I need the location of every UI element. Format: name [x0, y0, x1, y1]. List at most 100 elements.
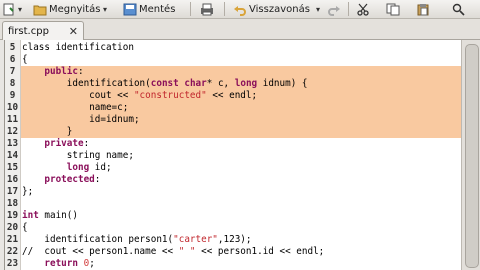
line-number: 22 — [6, 246, 19, 257]
code-line: 11 id=idnum; — [5, 114, 461, 126]
code-token: ,123); — [217, 234, 252, 245]
code-token: { — [22, 222, 28, 233]
code-text: } — [22, 126, 73, 138]
keyword-token: char — [184, 78, 207, 89]
tab-first-cpp[interactable]: first.cpp ✕ — [2, 21, 84, 40]
undo-label: Visszavonás — [249, 3, 310, 15]
vertical-scrollbar[interactable] — [461, 40, 480, 270]
scrollbar-thumb[interactable] — [465, 44, 479, 268]
string-token: "constructed" — [133, 90, 207, 101]
code-line: 10 name=c; — [5, 102, 461, 114]
code-token: * c, — [206, 78, 235, 89]
search-icon — [452, 3, 466, 16]
code-text: identification person1("carter",123); — [22, 234, 252, 246]
line-number: 10 — [6, 102, 19, 113]
toolbar: ▾ Megnyitás ▾ Mentés Visszavonás ▾ — [0, 0, 480, 19]
save-label: Mentés — [139, 3, 176, 15]
code-token: id; — [89, 162, 112, 173]
new-dropdown-arrow-icon[interactable]: ▾ — [18, 5, 22, 14]
toolbar-separator — [190, 2, 191, 16]
line-number: 16 — [6, 174, 19, 185]
code-token: identification person1( — [22, 234, 174, 245]
code-line: 20{ — [5, 222, 461, 234]
line-number: 8 — [9, 78, 16, 89]
copy-icon — [386, 3, 400, 16]
code-line: 9 cout << "constructed" << endl; — [5, 90, 461, 102]
code-line: 19 int main() — [5, 210, 461, 222]
close-icon[interactable]: ✕ — [69, 25, 78, 38]
code-text: name=c; — [22, 102, 128, 114]
keyword-token: const — [150, 78, 179, 89]
line-number: 14 — [6, 150, 19, 161]
line-number: 17 — [6, 186, 19, 197]
string-token: " " — [178, 246, 196, 257]
cut-button[interactable] — [356, 0, 372, 18]
line-number: 5 — [9, 42, 16, 53]
new-file-icon — [2, 3, 16, 16]
line-number: 21 — [6, 234, 19, 245]
paste-button[interactable] — [416, 0, 432, 18]
code-token: << person1.id << endl; — [195, 246, 325, 257]
save-icon — [123, 3, 137, 16]
paste-icon — [416, 3, 430, 16]
code-token: { — [22, 54, 28, 65]
code-token: name=c; — [22, 102, 129, 113]
open-label: Megnyitás — [49, 3, 101, 15]
code-token: idnum) { — [257, 78, 308, 89]
keyword-token: protected — [44, 174, 95, 185]
find-button[interactable] — [452, 0, 468, 18]
save-button[interactable]: Mentés — [123, 0, 175, 18]
undo-dropdown-arrow-icon[interactable]: ▾ — [316, 5, 320, 14]
code-text: { — [22, 222, 28, 234]
line-number: 11 — [6, 114, 19, 125]
code-token: // cout << person1.name << — [22, 246, 179, 257]
code-token: string name; — [22, 150, 134, 161]
copy-button[interactable] — [386, 0, 402, 18]
open-dropdown-arrow-icon[interactable]: ▾ — [103, 5, 107, 14]
code-token: << endl; — [206, 90, 258, 101]
code-editor[interactable]: 5 class identification 6{7 public: 8 identi… — [4, 40, 461, 270]
keyword-token: int — [22, 210, 39, 221]
new-button[interactable] — [2, 0, 18, 18]
tab-label: first.cpp — [8, 25, 49, 37]
code-token: ; — [89, 258, 95, 269]
scissors-icon — [356, 3, 370, 16]
code-line: 21 identification person1("carter",123); — [5, 234, 461, 246]
code-text: { — [22, 54, 28, 66]
code-line: 15 long id; — [5, 162, 461, 174]
code-text: private: — [22, 138, 89, 150]
code-text: identification(const char* c, long idnum… — [22, 78, 308, 90]
redo-button[interactable] — [327, 0, 343, 18]
line-number: 13 — [6, 138, 19, 149]
code-token: } — [22, 126, 73, 137]
line-number: 9 — [9, 90, 16, 101]
code-line: 14 string name; — [5, 150, 461, 162]
open-button[interactable]: Megnyitás — [33, 0, 100, 18]
code-text: cout << "constructed" << endl; — [22, 90, 257, 102]
line-number: 18 — [6, 198, 19, 209]
keyword-token: long — [234, 78, 258, 89]
code-text: // cout << person1.name << " " << person… — [22, 246, 324, 258]
code-line: 22// cout << person1.name << " " << pers… — [5, 246, 461, 258]
code-token: class identification — [22, 42, 134, 53]
line-number: 19 — [6, 210, 19, 221]
code-line: 8 identification(const char* c, long idn… — [5, 78, 461, 90]
code-text: protected: — [22, 174, 100, 186]
undo-button[interactable]: Visszavonás — [233, 0, 310, 18]
code-text: class identification — [22, 42, 134, 54]
code-token: }; — [22, 186, 34, 197]
line-number: 15 — [6, 162, 19, 173]
code-text: int main() — [22, 210, 78, 222]
code-line: 17}; — [5, 186, 461, 198]
code-line: 13 private: — [5, 138, 461, 150]
code-text: id=idnum; — [22, 114, 139, 126]
code-token: : — [83, 138, 90, 149]
toolbar-separator — [224, 2, 225, 16]
string-token: "carter" — [173, 234, 218, 245]
print-button[interactable] — [200, 0, 216, 18]
line-number: 20 — [6, 222, 19, 233]
code-text: public: — [22, 66, 83, 78]
